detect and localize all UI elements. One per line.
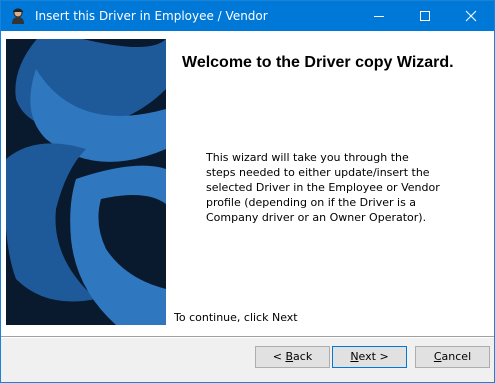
continue-hint: To continue, click Next [174,311,298,324]
back-button[interactable]: < Back [255,346,330,368]
back-button-prefix: < [272,350,286,363]
close-button[interactable] [448,1,494,31]
wizard-window: Insert this Driver in Employee / Vendor [0,0,495,383]
next-button-accel: N [350,350,359,363]
wizard-intro-text: This wizard will take you through the st… [206,151,440,224]
wizard-heading: Welcome to the Driver copy Wizard. [182,54,454,71]
next-button[interactable]: Next > [332,346,407,368]
minimize-button[interactable] [356,1,402,31]
minimize-icon [374,16,384,17]
maximize-button[interactable] [402,1,448,31]
maximize-icon [420,11,430,21]
back-button-rest: ack [293,350,313,363]
driver-app-icon [12,8,24,24]
window-title: Insert this Driver in Employee / Vendor [35,9,268,23]
close-icon [465,10,477,22]
cancel-button-rest: ancel [441,350,472,363]
next-button-rest: ext > [358,350,389,363]
footer-divider-highlight [1,337,494,338]
wizard-content-panel: Welcome to the Driver copy Wizard. This … [1,31,494,336]
title-bar[interactable]: Insert this Driver in Employee / Vendor [1,1,494,31]
cancel-button-accel: C [433,350,442,363]
back-button-accel: B [285,350,294,363]
cancel-button[interactable]: Cancel [415,346,490,368]
wizard-banner-image [6,39,166,325]
